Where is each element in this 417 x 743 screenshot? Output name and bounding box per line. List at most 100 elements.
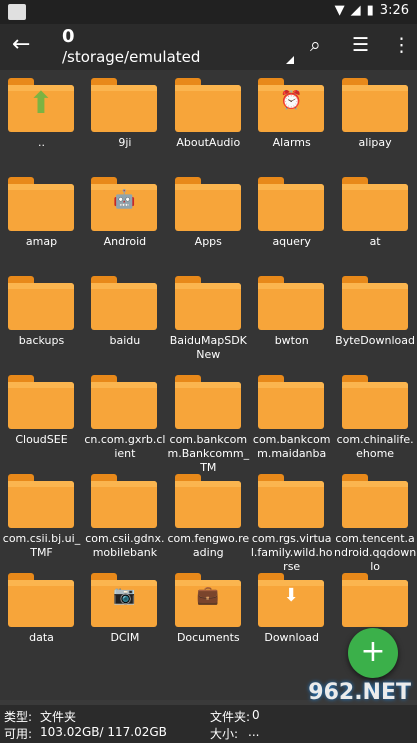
folder-label: baidu <box>109 334 141 347</box>
available-label: 可用: <box>4 727 33 741</box>
folder-icon <box>174 474 241 528</box>
folder-label: CloudSEE <box>15 433 68 446</box>
folder-icon <box>91 375 158 429</box>
folder-item[interactable]: cn.com.gxrb.client <box>83 367 166 465</box>
folder-icon <box>258 177 325 231</box>
folder-label: 9ji <box>118 136 132 149</box>
camera-icon: 📷 <box>113 585 136 606</box>
folder-icon <box>8 573 74 627</box>
folder-item[interactable]: CloudSEE <box>0 367 83 465</box>
back-arrow-icon[interactable]: ← <box>12 32 30 57</box>
briefcase-icon: 💼 <box>196 585 219 606</box>
folder-item[interactable]: com.chinalife.ehome <box>334 367 417 465</box>
folder-icon <box>8 474 74 528</box>
folder-label: Apps <box>194 235 222 248</box>
folder-grid: ⬆ .. 9ji AboutAudio ⏰ Alarms alipay amap… <box>0 70 417 700</box>
folder-item[interactable]: data <box>0 565 83 663</box>
folder-icon <box>174 375 241 429</box>
folder-item[interactable]: ⬇ Download <box>250 565 333 663</box>
android-icon: 🤖 <box>113 189 136 210</box>
up-arrow-icon: ⬆ <box>28 86 54 121</box>
folder-label: amap <box>25 235 58 248</box>
folder-item[interactable]: com.csii.gdnx.mobilebank <box>83 466 166 564</box>
folder-label: AboutAudio <box>176 136 241 149</box>
folder-label: aquery <box>272 235 311 248</box>
folder-item[interactable]: com.fengwo.reading <box>167 466 250 564</box>
folder-item[interactable]: com.tencent.android.qqdownlo <box>334 466 417 573</box>
current-path[interactable]: /storage/emulated <box>62 48 200 66</box>
available-value: 103.02GB/ 117.02GB <box>40 725 167 739</box>
wifi-icon: ▼ <box>334 3 345 18</box>
folder-item[interactable]: 9ji <box>83 70 166 168</box>
folder-item[interactable]: com.csii.bj.ui_TMF <box>0 466 83 564</box>
folder-label: com.csii.gdnx.mobilebank <box>85 532 165 559</box>
folder-icon: 📷 <box>91 573 158 627</box>
folder-label: com.chinalife.ehome <box>336 433 414 460</box>
folder-icon <box>341 375 408 429</box>
folder-icon <box>8 177 74 231</box>
folder-icon <box>258 474 325 528</box>
folder-item[interactable]: amap <box>0 169 83 267</box>
folder-icon <box>341 78 408 132</box>
size-value: ... <box>248 725 260 739</box>
folder-item[interactable]: alipay <box>334 70 417 168</box>
folder-label: com.csii.bj.ui_TMF <box>2 532 81 559</box>
folder-icon: 🤖 <box>91 177 158 231</box>
more-options-icon[interactable]: ⋮ <box>392 34 411 56</box>
folder-icon <box>174 276 241 330</box>
folder-icon: ⬆ <box>8 78 74 132</box>
folder-item[interactable]: bwton <box>250 268 333 366</box>
folder-icon <box>91 276 158 330</box>
folder-label: data <box>29 631 54 644</box>
path-dropdown-icon[interactable] <box>286 56 294 64</box>
watermark-logo: 962.NET <box>308 680 411 705</box>
folder-item[interactable]: com.bankcomm.maidanba <box>250 367 333 465</box>
folder-item[interactable]: 🤖 Android <box>83 169 166 267</box>
notification-icon <box>8 4 26 20</box>
size-label: 大小: <box>210 727 239 741</box>
folder-label: Download <box>264 631 320 644</box>
download-icon: ⬇ <box>283 585 299 606</box>
search-icon[interactable]: ⌕ <box>310 34 321 56</box>
folder-item[interactable]: AboutAudio <box>167 70 250 168</box>
folder-item[interactable]: backups <box>0 268 83 366</box>
folder-icon <box>91 78 158 132</box>
folder-item[interactable]: aquery <box>250 169 333 267</box>
folder-item[interactable]: BaiduMapSDKNew <box>167 268 250 366</box>
list-view-icon[interactable]: ☰ <box>352 34 369 56</box>
folder-label: bwton <box>274 334 309 347</box>
folder-item[interactable]: ⏰ Alarms <box>250 70 333 168</box>
folder-label: Android <box>103 235 147 248</box>
folder-icon <box>341 474 408 528</box>
folder-item[interactable]: ⬆ .. <box>0 70 83 168</box>
folder-item[interactable]: 💼 Documents <box>167 565 250 663</box>
toolbar: ← 0 /storage/emulated ⌕ ☰ ⋮ <box>0 24 417 70</box>
folder-icon <box>174 177 241 231</box>
folder-label: com.bankcomm.maidanba <box>252 433 331 460</box>
status-time: 3:26 <box>379 3 409 18</box>
folder-icon <box>174 78 241 132</box>
folder-icon <box>91 474 158 528</box>
folder-icon <box>8 276 74 330</box>
type-value: 文件夹 <box>40 710 77 724</box>
folder-icon: 💼 <box>174 573 241 627</box>
folder-icon <box>258 375 325 429</box>
folder-item[interactable]: baidu <box>83 268 166 366</box>
folder-item[interactable]: 📷 DCIM <box>83 565 166 663</box>
type-label: 类型: <box>4 710 33 724</box>
folder-label: cn.com.gxrb.client <box>84 433 166 460</box>
add-fab-button[interactable]: + <box>348 628 398 678</box>
folder-item[interactable]: ByteDownload <box>334 268 417 366</box>
folder-item[interactable]: at <box>334 169 417 267</box>
battery-icon: ▮ <box>366 3 374 18</box>
selection-count: 0 <box>62 26 75 47</box>
folder-item[interactable]: com.rgs.virtual.family.wild.horse <box>250 466 333 573</box>
folder-item[interactable]: Apps <box>167 169 250 267</box>
folders-label: 文件夹: <box>210 710 251 724</box>
folder-icon: ⬇ <box>258 573 325 627</box>
folder-label: backups <box>18 334 65 347</box>
folder-label: Alarms <box>272 136 311 149</box>
folder-item[interactable]: com.bankcomm.Bankcomm_TM <box>167 367 250 474</box>
folder-label: Documents <box>176 631 240 644</box>
folder-label: com.fengwo.reading <box>167 532 250 559</box>
